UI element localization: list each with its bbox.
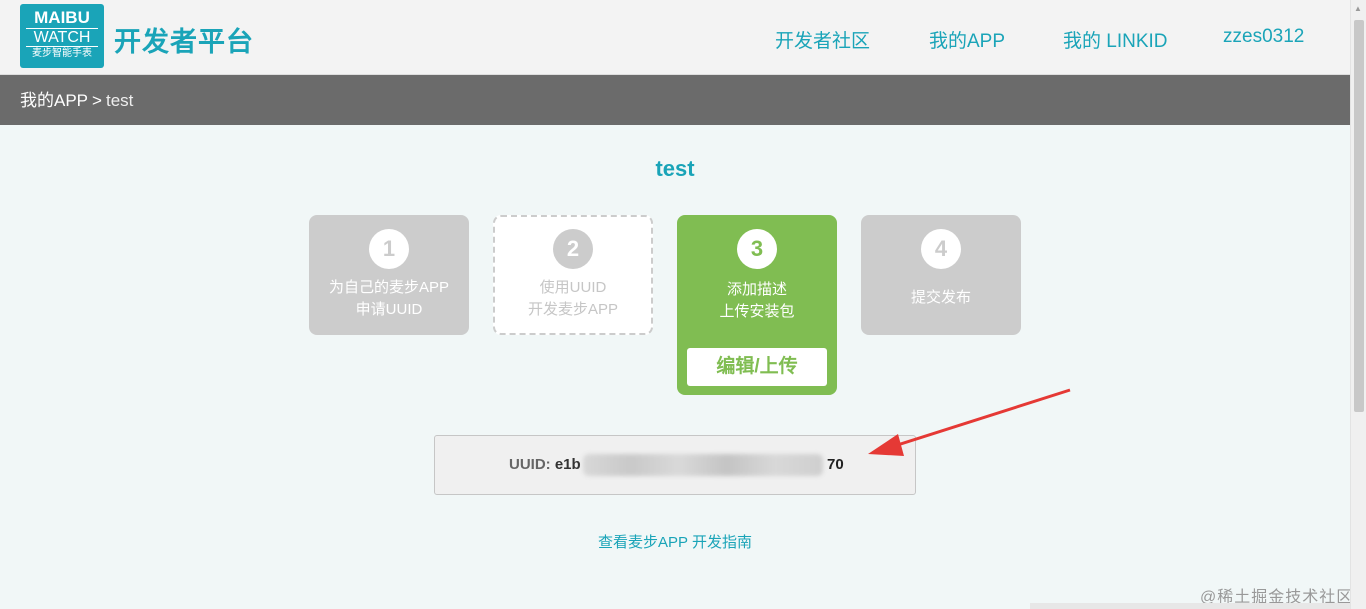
step-2-label: 使用UUID 开发麦步APP bbox=[495, 277, 651, 321]
step-3-line1: 添加描述 bbox=[726, 281, 787, 298]
step-number-3: 3 bbox=[737, 229, 777, 269]
red-annotation-arrow-icon bbox=[868, 388, 1071, 456]
step-2-develop-app[interactable]: 2 使用UUID 开发麦步APP bbox=[493, 215, 653, 335]
step-3-label: 添加描述 上传安装包 bbox=[677, 279, 837, 323]
edit-upload-button[interactable]: 编辑/上传 bbox=[687, 348, 827, 386]
step-2-line1: 使用UUID bbox=[539, 279, 607, 296]
breadcrumb-parent-link[interactable]: 我的APP bbox=[20, 91, 88, 110]
step-1-label: 为自己的麦步APP 申请UUID bbox=[309, 277, 469, 321]
top-header: MAIBU WATCH 麦步智能手表 开发者平台 开发者社区 我的APP 我的 … bbox=[0, 0, 1350, 75]
logo-text-maibu: MAIBU bbox=[34, 8, 90, 27]
uuid-line: UUID: e1b bbox=[509, 456, 581, 473]
scroll-up-arrow-icon[interactable]: ▲ bbox=[1354, 4, 1362, 13]
step-4-submit-release[interactable]: 4 提交发布 bbox=[861, 215, 1021, 335]
platform-title: 开发者平台 bbox=[114, 27, 254, 57]
uuid-display-box: UUID: e1b 70 bbox=[434, 435, 916, 495]
step-3-upload-package: 3 添加描述 上传安装包 编辑/上传 bbox=[677, 215, 837, 395]
uuid-value-prefix: e1b bbox=[554, 456, 581, 473]
step-1-apply-uuid[interactable]: 1 为自己的麦步APP 申请UUID bbox=[309, 215, 469, 335]
step-2-line2: 开发麦步APP bbox=[527, 301, 618, 318]
logo-text-cn: 麦步智能手表 bbox=[32, 48, 92, 59]
vertical-scrollbar[interactable]: ▲ bbox=[1350, 0, 1366, 609]
uuid-value-suffix: 70 bbox=[827, 456, 844, 473]
step-number-1: 1 bbox=[369, 229, 409, 269]
step-3-line2: 上传安装包 bbox=[719, 303, 795, 320]
uuid-redaction-blur bbox=[583, 454, 823, 476]
logo-text-watch: WATCH bbox=[26, 28, 98, 47]
uuid-label: UUID: bbox=[509, 456, 551, 473]
step-number-4: 4 bbox=[921, 229, 961, 269]
nav-user-account[interactable]: zzes0312 bbox=[1223, 26, 1304, 48]
breadcrumb-separator: > bbox=[92, 91, 102, 110]
scrollbar-thumb[interactable] bbox=[1354, 20, 1364, 412]
breadcrumb-current: test bbox=[105, 91, 134, 110]
maibu-logo[interactable]: MAIBU WATCH 麦步智能手表 bbox=[20, 4, 104, 68]
developer-guide-link[interactable]: 查看麦步APP 开发指南 bbox=[0, 531, 1350, 552]
step-4-label: 提交发布 bbox=[910, 289, 971, 306]
bottom-edge-strip bbox=[1030, 603, 1350, 609]
nav-my-app[interactable]: 我的APP bbox=[929, 26, 1005, 53]
app-title: test bbox=[655, 156, 695, 181]
step-number-2: 2 bbox=[553, 229, 593, 269]
nav-my-linkid[interactable]: 我的 LINKID bbox=[1063, 26, 1168, 53]
breadcrumb: 我的APP > test bbox=[0, 75, 1350, 125]
step-1-line2: 申请UUID bbox=[355, 301, 423, 318]
step-1-line1: 为自己的麦步APP bbox=[328, 279, 449, 296]
nav-developer-community[interactable]: 开发者社区 bbox=[775, 26, 870, 53]
